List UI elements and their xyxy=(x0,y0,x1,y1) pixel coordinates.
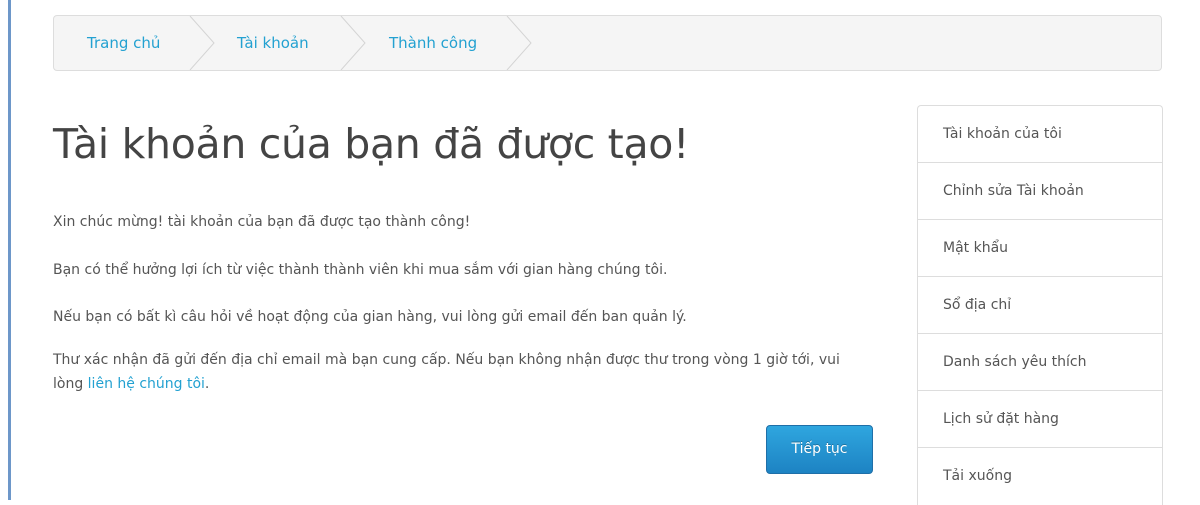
sidebar-item-order-history[interactable]: Lịch sử đặt hàng xyxy=(918,391,1162,448)
confirmation-text-suffix: . xyxy=(204,376,210,392)
sidebar-item-edit-account[interactable]: Chỉnh sửa Tài khoản xyxy=(918,163,1162,220)
congrats-text: Xin chúc mừng! tài khoản của bạn đã được… xyxy=(53,214,471,230)
sidebar-item-address-book[interactable]: Sổ địa chỉ xyxy=(918,277,1162,334)
breadcrumb-separator-icon xyxy=(506,16,532,70)
questions-text: Nếu bạn có bất kì câu hỏi về hoạt động c… xyxy=(53,309,687,325)
sidebar-item-password[interactable]: Mật khẩu xyxy=(918,220,1162,277)
breadcrumb: Trang chủ Tài khoản Thành công xyxy=(53,15,1162,71)
left-accent-bar xyxy=(8,0,11,500)
main-content: Tài khoản của bạn đã được tạo! Xin chúc … xyxy=(53,120,873,392)
continue-button[interactable]: Tiếp tục xyxy=(766,425,873,474)
breadcrumb-account[interactable]: Tài khoản xyxy=(237,16,309,70)
account-sidebar: Tài khoản của tôi Chỉnh sửa Tài khoản Mậ… xyxy=(917,105,1163,505)
page-title: Tài khoản của bạn đã được tạo! xyxy=(53,120,690,168)
breadcrumb-separator-icon xyxy=(340,16,366,70)
breadcrumb-separator-icon xyxy=(189,16,215,70)
sidebar-item-my-account[interactable]: Tài khoản của tôi xyxy=(918,106,1162,163)
breadcrumb-home[interactable]: Trang chủ xyxy=(87,16,160,70)
sidebar-item-wishlist[interactable]: Danh sách yêu thích xyxy=(918,334,1162,391)
contact-us-link[interactable]: liên hệ chúng tôi xyxy=(88,376,205,392)
breadcrumb-success[interactable]: Thành công xyxy=(389,16,477,70)
member-benefit-text: Bạn có thể hưởng lợi ích từ việc thành t… xyxy=(53,262,668,278)
sidebar-item-downloads[interactable]: Tải xuống xyxy=(918,448,1162,505)
confirmation-text: Thư xác nhận đã gửi đến địa chỉ email mà… xyxy=(53,348,873,396)
